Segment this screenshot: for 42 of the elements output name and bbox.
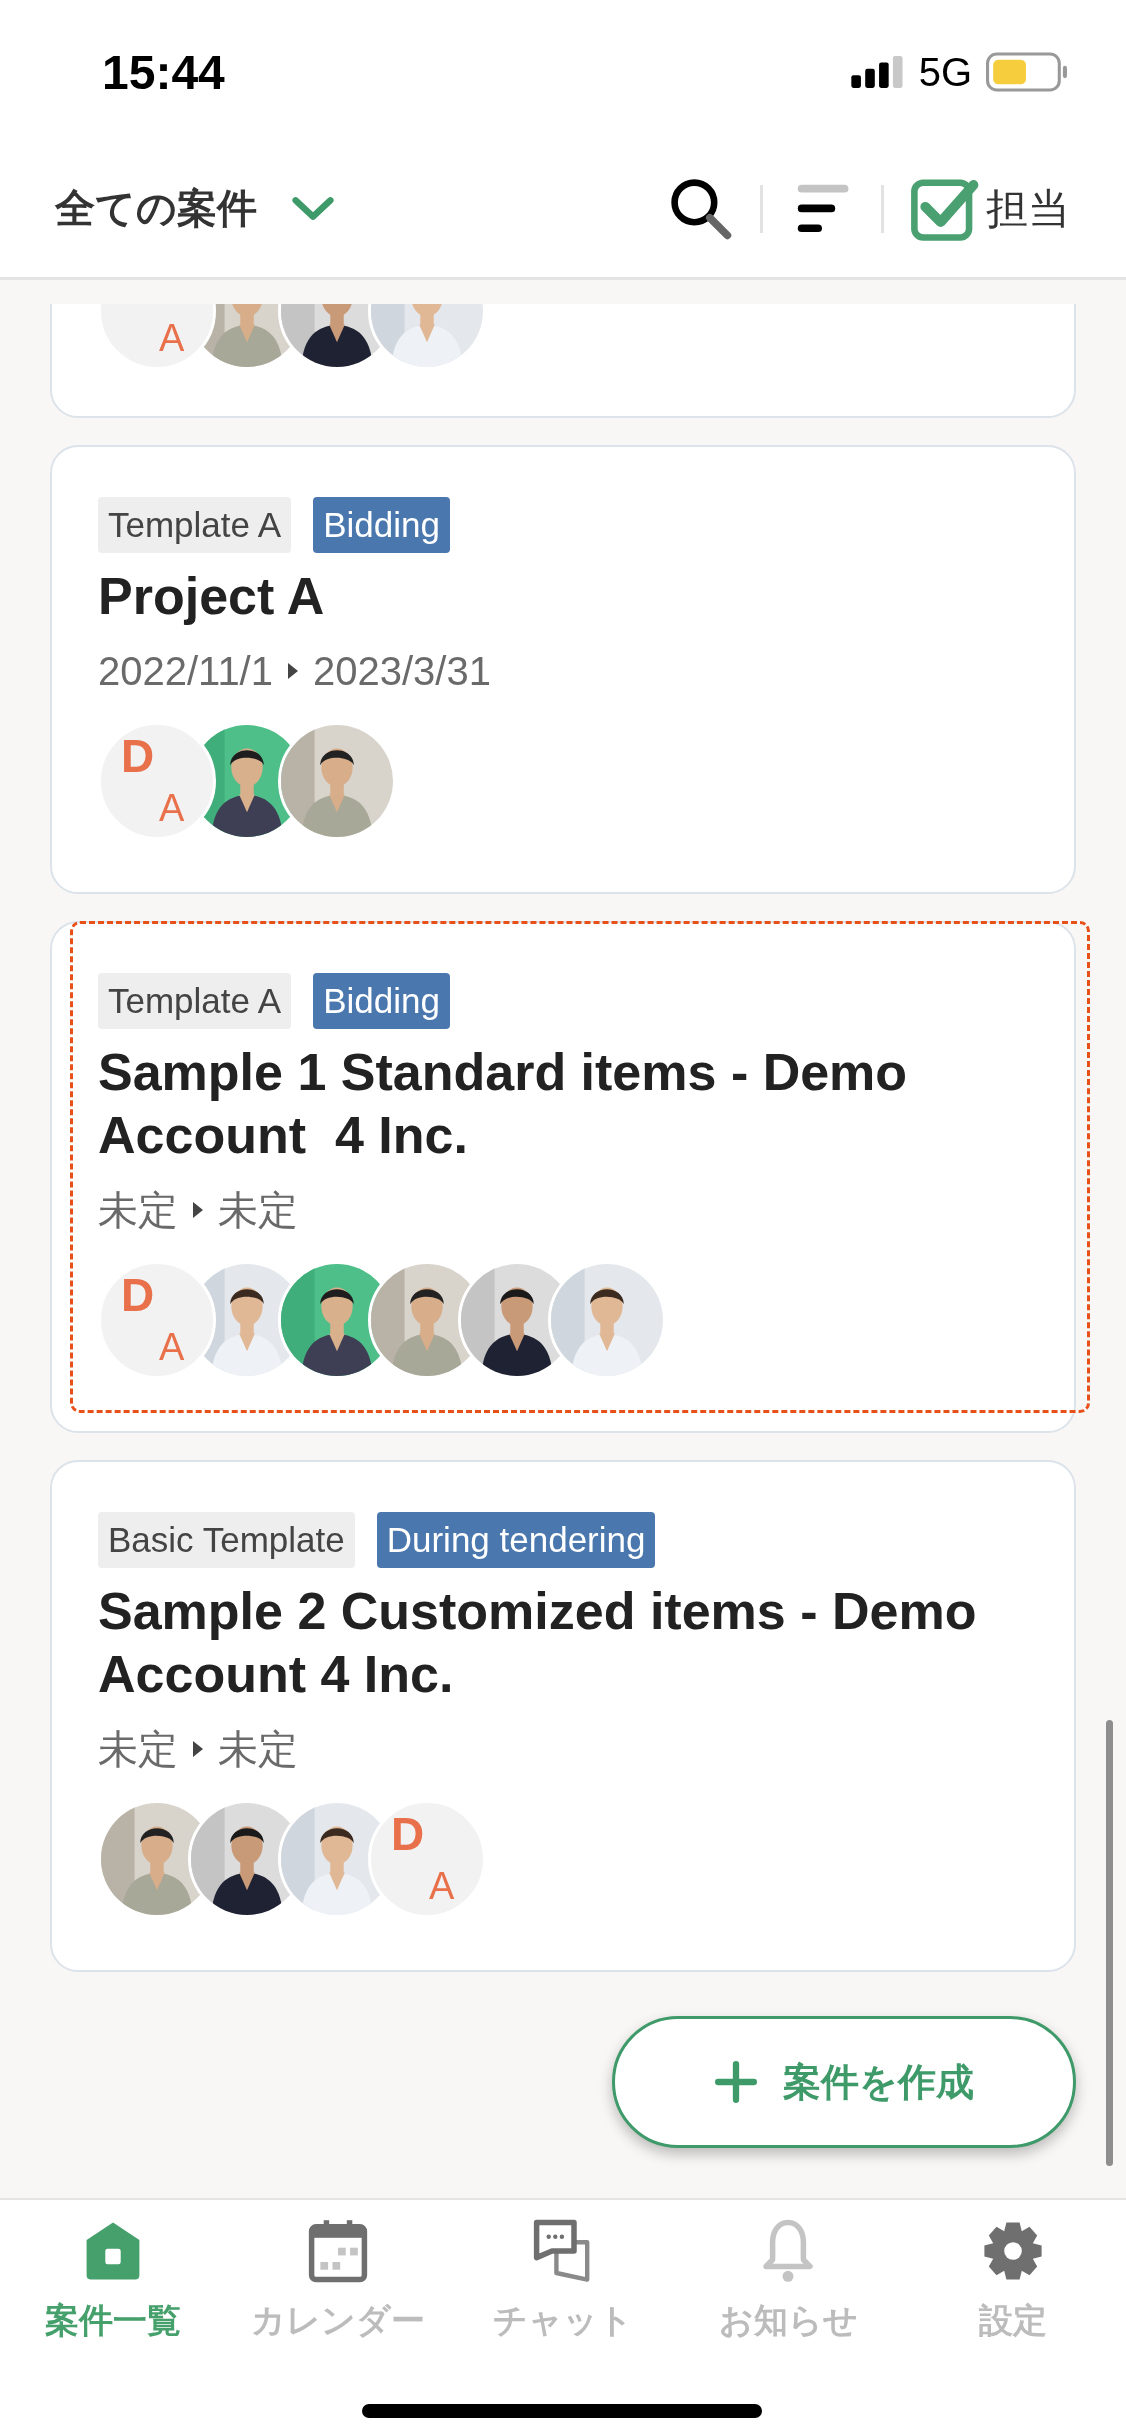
template-tag: Template A (98, 497, 292, 553)
avatar-letter: D (391, 1811, 425, 1857)
assigned-filter-checkbox[interactable]: 担当 (910, 173, 1070, 244)
network-label: 5G (918, 49, 972, 95)
project-title: Sample 2 Customized items - Demo Account 4 Inc. (98, 1581, 978, 1705)
caret-icon (287, 662, 299, 680)
status-tag: Bidding (313, 973, 450, 1029)
avatar-letter: A (159, 789, 185, 827)
plus-icon (714, 2061, 757, 2103)
status-tag: Bidding (313, 497, 450, 553)
avatar-letter: D (121, 1272, 155, 1318)
nav-tab[interactable]: チャット (493, 2218, 633, 2344)
signal-icon (850, 56, 905, 88)
project-title: Project A (98, 566, 326, 627)
nav-tab[interactable]: カレンダー (250, 2218, 425, 2344)
start-date: 未定 (98, 1726, 178, 1773)
nav-tab[interactable]: お知らせ (718, 2218, 858, 2344)
template-tag: Basic Template (98, 1512, 355, 1568)
project-title: Sample 1 Standard items - Demo Account 4 Inc. (98, 1042, 909, 1166)
start-date: 2022/11/1 (98, 648, 273, 695)
avatar-letter: A (159, 319, 185, 357)
avatar-letter: D (121, 733, 155, 779)
create-project-button[interactable]: 案件を作成 (612, 2016, 1076, 2148)
project-card[interactable]: Template A Bidding Project A 2022/11/1 2023/3/31 D A (50, 445, 1076, 894)
nav-tab[interactable]: 設定 (979, 2218, 1048, 2344)
project-card[interactable]: Basic Template During tendering Sample 2 Customized items - Demo Account 4 Inc. 未定 未定 D A (50, 1460, 1076, 1972)
end-date: 未定 (218, 1187, 298, 1234)
caret-icon (192, 1740, 204, 1758)
avatar-letter: A (429, 1867, 455, 1905)
chevron-down-icon (291, 195, 335, 222)
avatar-letter: A (159, 1328, 185, 1366)
end-date: 2023/3/31 (313, 648, 491, 695)
caret-icon (192, 1201, 204, 1219)
template-tag: Template A (98, 973, 292, 1029)
project-card[interactable]: A (50, 304, 1076, 418)
status-time: 15:44 (102, 44, 225, 100)
nav-tab[interactable]: 案件一覧 (44, 2218, 181, 2344)
start-date: 未定 (98, 1187, 178, 1234)
status-tag: During tendering (376, 1512, 656, 1568)
project-filter-dropdown[interactable]: 全ての案件 (55, 181, 335, 236)
end-date: 未定 (218, 1726, 298, 1773)
battery-icon (986, 52, 1068, 92)
